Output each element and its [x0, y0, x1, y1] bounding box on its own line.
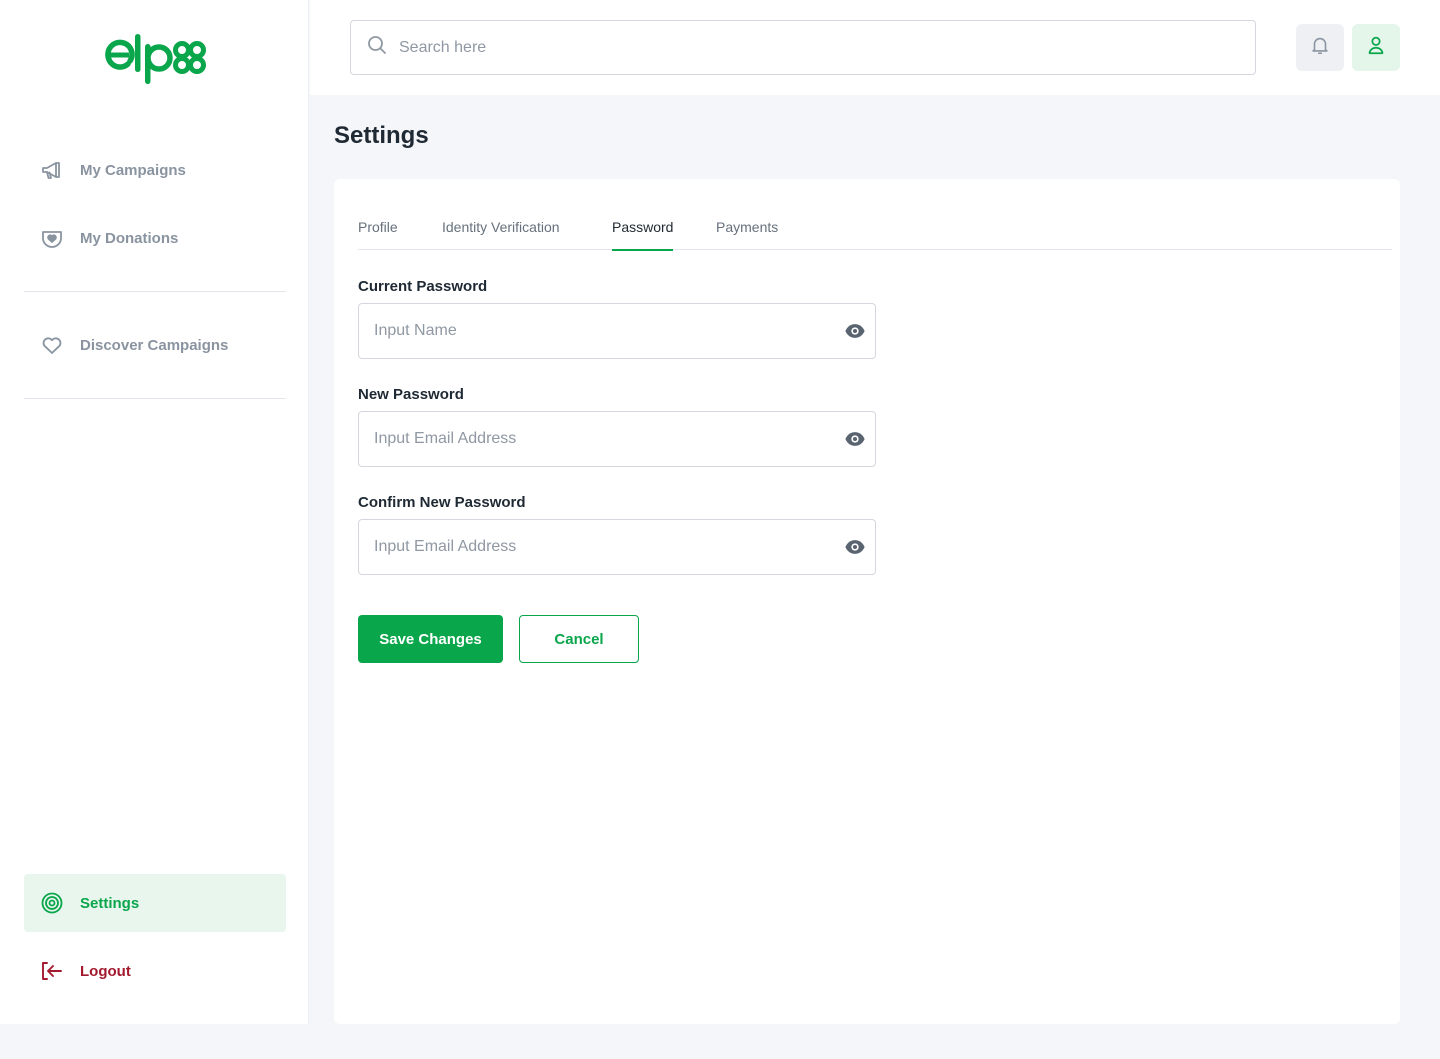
sidebar-item-label: My Campaigns: [80, 161, 186, 179]
current-password-field[interactable]: [358, 303, 876, 359]
logout-icon: [40, 959, 64, 983]
save-changes-button[interactable]: Save Changes: [358, 615, 503, 663]
nav-divider: [24, 398, 286, 399]
tab-payments[interactable]: Payments: [716, 219, 778, 249]
sidebar-item-my-donations[interactable]: My Donations: [24, 209, 286, 267]
confirm-password-label: Confirm New Password: [358, 494, 526, 511]
search-input[interactable]: [397, 37, 1237, 58]
eye-icon[interactable]: [843, 535, 867, 559]
bell-icon: [1309, 34, 1331, 61]
settings-tabs: Profile Identity Verification Password P…: [358, 207, 1392, 251]
confirm-password-field[interactable]: [358, 519, 876, 575]
settings-card: Profile Identity Verification Password P…: [334, 179, 1400, 1024]
sidebar-item-label: Discover Campaigns: [80, 336, 229, 354]
sidebar-item-label: Settings: [80, 894, 140, 912]
current-password-label: Current Password: [358, 278, 488, 295]
nav-divider: [24, 291, 286, 292]
tab-profile[interactable]: Profile: [358, 219, 398, 249]
new-password-label: New Password: [358, 386, 464, 403]
sidebar-item-my-campaigns[interactable]: My Campaigns: [24, 141, 286, 199]
elpx-logo[interactable]: [104, 30, 208, 86]
eye-icon[interactable]: [843, 319, 867, 343]
tab-password[interactable]: Password: [612, 219, 674, 251]
cancel-button[interactable]: Cancel: [519, 615, 639, 663]
sidebar-item-discover-campaigns[interactable]: Discover Campaigns: [24, 316, 286, 374]
new-password-field[interactable]: [358, 411, 876, 467]
top-bar: [310, 0, 1440, 95]
page-title: Settings: [334, 122, 429, 149]
sidebar: My Campaigns My Donations Discover Campa…: [0, 0, 309, 1024]
user-icon: [1365, 34, 1387, 61]
sidebar-item-label: My Donations: [80, 229, 179, 247]
profile-button[interactable]: [1352, 24, 1400, 71]
logout-button[interactable]: Logout: [24, 942, 286, 1000]
eye-icon[interactable]: [843, 427, 867, 451]
confirm-password-input[interactable]: [372, 537, 843, 557]
new-password-input[interactable]: [372, 429, 843, 449]
search-box[interactable]: [350, 20, 1256, 75]
heart-icon: [40, 333, 64, 357]
search-icon: [367, 35, 387, 60]
donation-heart-icon: [40, 226, 64, 250]
megaphone-icon: [40, 158, 64, 182]
notifications-button[interactable]: [1296, 24, 1344, 71]
current-password-input[interactable]: [372, 321, 843, 341]
sidebar-item-label: Logout: [80, 962, 131, 980]
gear-icon: [40, 891, 64, 915]
sidebar-item-settings[interactable]: Settings: [24, 874, 286, 932]
tab-identity-verification[interactable]: Identity Verification: [442, 219, 560, 249]
